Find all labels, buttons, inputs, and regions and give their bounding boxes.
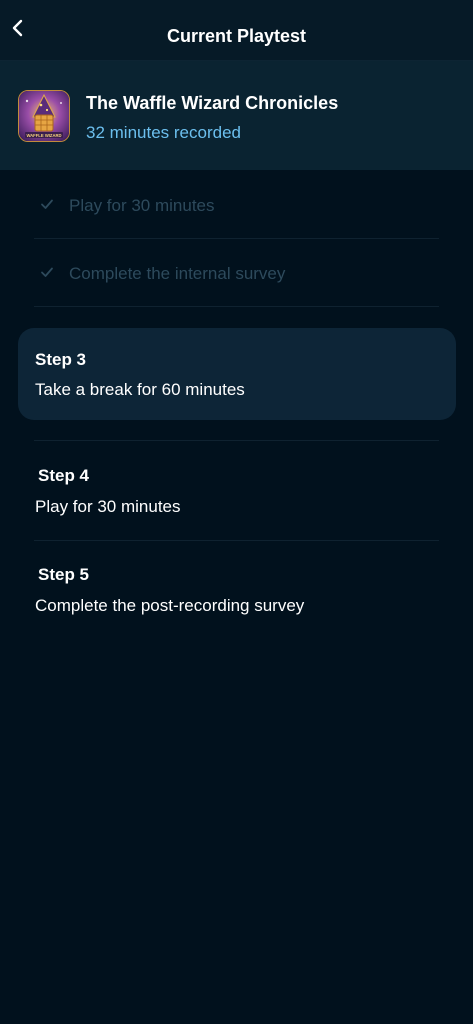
step-label: Complete the post-recording survey <box>35 596 305 615</box>
step-heading: Step 3 <box>35 350 87 369</box>
step-label: Take a break for 60 minutes <box>35 380 245 399</box>
check-icon <box>40 265 54 279</box>
divider <box>34 440 439 441</box>
step-label: Play for 30 minutes <box>35 497 181 516</box>
step-heading: Step 4 <box>38 466 90 485</box>
game-header: WAFFLE WIZARD The Waffle Wizard Chronicl… <box>0 61 473 170</box>
step-label: Play for 30 minutes <box>69 196 215 215</box>
step-label: Complete the internal survey <box>69 264 286 283</box>
page-title: Current Playtest <box>166 26 307 46</box>
divider <box>34 540 439 541</box>
playtest-screen: Current Playtest WAFFLE WIZARD The Waffl… <box>0 0 473 1024</box>
game-title: The Waffle Wizard Chronicles <box>86 93 339 113</box>
step-heading: Step 5 <box>38 565 90 584</box>
step-item-completed: Complete the internal survey <box>34 239 439 307</box>
navigation-bar: Current Playtest <box>0 0 473 61</box>
recorded-time: 32 minutes recorded <box>86 123 241 142</box>
check-icon <box>40 197 54 211</box>
game-icon-label: WAFFLE WIZARD <box>26 133 61 138</box>
step-item-completed: Play for 30 minutes <box>34 171 439 239</box>
step-item-current[interactable]: Step 3 Take a break for 60 minutes <box>18 328 456 420</box>
game-app-icon: WAFFLE WIZARD <box>18 90 70 142</box>
